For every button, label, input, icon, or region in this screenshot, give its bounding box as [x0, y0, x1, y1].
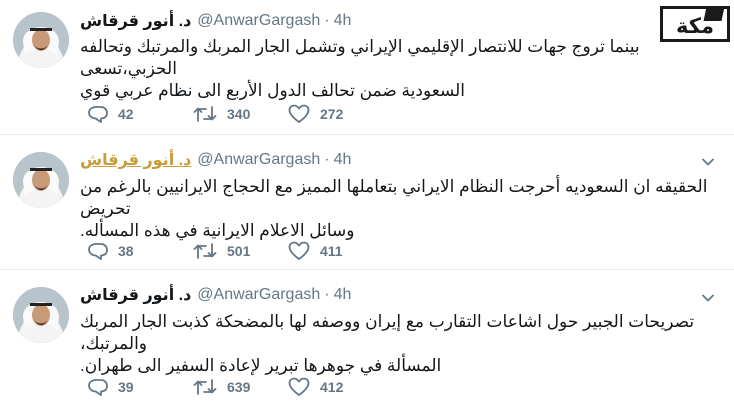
- watermark-logo: مكة: [660, 6, 730, 42]
- tweet-text-line: بينما تروج جهات للانتصار الإقليمي الإيرا…: [80, 37, 640, 78]
- tweet-actions: 42 340 272: [88, 103, 388, 125]
- separator: ·: [324, 286, 330, 303]
- tweet-header: د. أنور قرقاش @AnwarGargash · 4h: [80, 149, 686, 171]
- tweet-text-line: السعودية ضمن تحالف الدول الأربع الى نظام…: [80, 81, 466, 100]
- separator: ·: [324, 151, 330, 168]
- tweet-text-line: المسألة في جوهرها تبرير لإعادة السفير ال…: [80, 356, 442, 375]
- tweet-text-line: وسائل الاعلام الايرانية في هذه المسأله.: [80, 221, 355, 240]
- reply-button[interactable]: 42: [88, 103, 134, 125]
- tweet[interactable]: د. أنور قرقاش @AnwarGargash · 4h تصريحات…: [0, 270, 734, 405]
- tweet[interactable]: د. أنور قرقاش @AnwarGargash · 4h بينما ت…: [0, 0, 734, 135]
- like-count: 412: [320, 379, 344, 395]
- retweet-icon: [193, 243, 217, 259]
- avatar[interactable]: [13, 287, 69, 343]
- separator: ·: [324, 12, 330, 29]
- reply-icon: [88, 243, 108, 260]
- retweet-button[interactable]: 340: [193, 103, 250, 125]
- like-button[interactable]: 272: [288, 103, 343, 125]
- retweet-icon: [193, 106, 217, 122]
- heart-icon: [288, 377, 310, 396]
- tweet-text-line: الحقيقه ان السعوديه أحرجت النظام الايران…: [80, 177, 708, 218]
- author-name[interactable]: د. أنور قرقاش: [80, 11, 191, 31]
- timestamp[interactable]: 4h: [334, 286, 352, 304]
- author-name[interactable]: د. أنور قرقاش: [80, 285, 191, 305]
- kaaba-icon: [703, 9, 725, 21]
- chevron-down-icon[interactable]: [702, 294, 714, 302]
- author-handle[interactable]: @AnwarGargash: [197, 12, 320, 30]
- heart-icon: [288, 241, 310, 260]
- author-handle[interactable]: @AnwarGargash: [197, 151, 320, 169]
- heart-icon: [288, 104, 310, 123]
- timestamp[interactable]: 4h: [334, 151, 352, 169]
- reply-button[interactable]: 39: [88, 376, 134, 398]
- retweet-count: 501: [227, 243, 251, 259]
- avatar[interactable]: [13, 152, 69, 208]
- tweet-header: د. أنور قرقاش @AnwarGargash · 4h: [80, 10, 686, 32]
- reply-icon: [88, 106, 108, 123]
- timestamp[interactable]: 4h: [334, 12, 352, 30]
- reply-icon: [88, 379, 108, 396]
- reply-count: 39: [118, 379, 134, 395]
- retweet-count: 639: [227, 379, 251, 395]
- tweet-actions: 39 639 412: [88, 376, 388, 398]
- chevron-down-icon[interactable]: [702, 158, 714, 166]
- avatar[interactable]: [13, 12, 69, 68]
- tweet-actions: 38 501 411: [88, 240, 388, 262]
- reply-count: 42: [118, 106, 134, 122]
- like-button[interactable]: 411: [288, 240, 343, 262]
- tweet-header: د. أنور قرقاش @AnwarGargash · 4h: [80, 284, 686, 306]
- retweet-icon: [193, 379, 217, 395]
- retweet-button[interactable]: 639: [193, 376, 250, 398]
- retweet-count: 340: [227, 106, 251, 122]
- tweet[interactable]: د. أنور قرقاش @AnwarGargash · 4h الحقيقه…: [0, 135, 734, 270]
- reply-button[interactable]: 38: [88, 240, 134, 262]
- tweet-text: بينما تروج جهات للانتصار الإقليمي الإيرا…: [80, 36, 718, 102]
- like-count: 272: [320, 106, 344, 122]
- author-handle[interactable]: @AnwarGargash: [197, 286, 320, 304]
- tweet-text: الحقيقه ان السعوديه أحرجت النظام الايران…: [80, 176, 718, 242]
- tweet-text-line: تصريحات الجبير حول اشاعات التقارب مع إير…: [80, 312, 695, 353]
- like-count: 411: [320, 243, 343, 259]
- like-button[interactable]: 412: [288, 376, 343, 398]
- reply-count: 38: [118, 243, 134, 259]
- tweet-text: تصريحات الجبير حول اشاعات التقارب مع إير…: [80, 311, 718, 377]
- author-name[interactable]: د. أنور قرقاش: [80, 150, 191, 170]
- retweet-button[interactable]: 501: [193, 240, 250, 262]
